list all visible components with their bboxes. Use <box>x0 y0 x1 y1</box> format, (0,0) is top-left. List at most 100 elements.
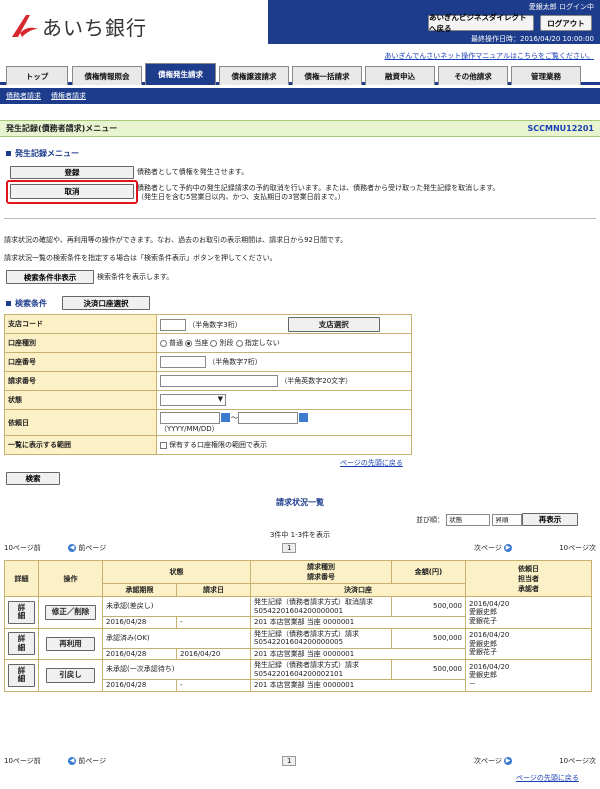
bank-name: あいち銀行 <box>42 16 147 40</box>
manual-link[interactable]: あいぎんでんさいネット操作マニュアルはこちらをご覧ください。 <box>385 51 594 61</box>
row-account: 201 本店営業部 当座 0000001 <box>250 679 466 692</box>
col-detail: 詳細 <box>4 560 39 597</box>
account-select-button[interactable]: 決済口座選択 <box>62 296 150 310</box>
pullback-button[interactable]: 引戻し <box>46 668 95 683</box>
row-deadline: 2016/04/28 <box>102 616 177 629</box>
user-name: 愛銀太郎 ログイン中 <box>528 3 594 11</box>
page-title-bar: 発生記録(債務者請求)メニュー SCCMNU12201 <box>0 120 600 137</box>
subnav-debtor-request[interactable]: 債務者請求 <box>6 91 41 101</box>
request-number-hint: （半角英数字20文字） <box>280 377 353 385</box>
row-type: 発生記録（債務者請求方式）請求 S0542201604200000005 <box>250 627 392 649</box>
radio-special[interactable] <box>210 339 218 347</box>
tab-top[interactable]: トップ <box>6 66 68 85</box>
page-number[interactable]: 1 <box>282 543 297 553</box>
status-select[interactable]: ▼ <box>160 394 226 406</box>
direct-return-button[interactable]: あいぎんビジネスダイレクトへ戻る <box>428 13 534 33</box>
cancel-note: （発生日を含む5営業日以内、かつ、支払期日の3営業日前まで。） <box>137 193 345 201</box>
row-amount: 500,000 <box>391 627 466 649</box>
chevron-down-icon: ▼ <box>217 395 223 403</box>
next-page-link[interactable]: 次ページ ▶ <box>474 756 513 766</box>
next10-link[interactable]: 10ページ次 <box>559 543 596 553</box>
row-status: 未承認(一次承認待ち) <box>102 659 251 680</box>
table-row: 詳細 修正／削除 未承認(差戻し) 発生記録（債務者請求方式）取消請求 S0542… <box>4 596 592 629</box>
reuse-button[interactable]: 再利用 <box>46 636 95 651</box>
next10-link[interactable]: 10ページ次 <box>559 756 596 766</box>
table-row: 詳細 引戻し 未承認(一次承認待ち) 発生記録（債務者請求方式）請求 S05422… <box>4 659 592 692</box>
col-request-date: 請求日 <box>176 583 251 597</box>
tab-bond-issue[interactable]: 債権発生請求 <box>145 63 216 85</box>
tab-loan-application[interactable]: 融資申込 <box>365 66 435 85</box>
last-operation-time: 最終操作日時：2016/04/20 10:00:00 <box>470 35 594 43</box>
tab-other-requests[interactable]: その他請求 <box>438 66 508 85</box>
edit-delete-button[interactable]: 修正／削除 <box>44 605 97 620</box>
order-select[interactable]: 昇順 <box>492 514 523 526</box>
range-checkbox[interactable] <box>160 441 167 449</box>
screen-code: SCCMNU12201 <box>527 124 595 133</box>
bullet-icon <box>6 151 11 156</box>
row-amount: 500,000 <box>391 596 466 617</box>
detail-button[interactable]: 詳細 <box>8 663 35 687</box>
cancel-button[interactable]: 取消 <box>10 184 134 199</box>
row-amount: 500,000 <box>391 659 466 680</box>
branch-select-button[interactable]: 支店選択 <box>287 316 380 332</box>
radio-unspecified[interactable] <box>235 339 243 347</box>
sort-controls: 並び順： 状態 昇順 <box>416 514 523 526</box>
prev10-link[interactable]: 10ページ前 <box>4 543 41 553</box>
calendar-icon[interactable] <box>221 413 230 422</box>
display-range-label: 一覧に表示する範囲 <box>4 435 157 455</box>
calendar-icon[interactable] <box>299 413 308 422</box>
radio-current[interactable] <box>185 339 193 347</box>
user-panel: 愛銀太郎 ログイン中 あいぎんビジネスダイレクトへ戻る ログアウト 最終操作日時… <box>268 0 600 44</box>
info-text-1: 請求状況の確認や、再利用等の操作ができます。なお、過去のお取引の表示期間は、請求… <box>4 236 348 244</box>
search-heading: 検索条件 <box>6 298 47 309</box>
search-button[interactable]: 検索 <box>6 472 60 485</box>
row-account: 201 本店営業部 当座 0000001 <box>250 647 466 660</box>
row-status: 未承認(差戻し) <box>102 596 251 617</box>
menu-heading: 発生記録メニュー <box>6 148 79 159</box>
prev-page-link[interactable]: ◀ 前ページ <box>68 543 106 553</box>
col-request-type: 請求種別 請求番号 <box>250 560 392 584</box>
arrow-right-icon: ▶ <box>504 544 513 552</box>
cancel-description: 債務者として予約中の発生記録請求の予約取消を行います。または、債務者から受け取っ… <box>137 184 500 192</box>
next-page-link[interactable]: 次ページ ▶ <box>474 543 513 553</box>
date-to-input[interactable] <box>238 411 298 424</box>
request-number-input[interactable] <box>160 375 278 387</box>
sort-label: 並び順： <box>416 516 444 524</box>
date-hint: （YYYY/MM/DD） <box>160 424 219 433</box>
main-nav: トップ 債権情報照会 債権発生請求 債権譲渡請求 債権一括請求 融資申込 その他… <box>0 63 600 85</box>
toggle-search-button[interactable]: 検索条件非表示 <box>6 270 94 284</box>
search-condition-table: 支店コード （半角数字3桁） 支店選択 口座種別 普通 当座 別段 指定しない 口… <box>4 314 412 455</box>
subnav-creditor-request[interactable]: 債権者請求 <box>51 91 86 101</box>
radio-ordinary[interactable] <box>160 339 167 347</box>
page-top-link[interactable]: ページの先頭に戻る <box>516 773 579 783</box>
account-number-label: 口座番号 <box>4 352 157 372</box>
account-type-label: 口座種別 <box>4 333 157 353</box>
row-deadline: 2016/04/28 <box>102 679 177 692</box>
prev-page-link[interactable]: ◀ 前ページ <box>68 756 106 766</box>
tab-admin[interactable]: 管理業務 <box>511 66 581 85</box>
page-number[interactable]: 1 <box>282 756 297 766</box>
detail-button[interactable]: 詳細 <box>8 600 35 624</box>
detail-button[interactable]: 詳細 <box>8 632 35 656</box>
tab-bond-inquiry[interactable]: 債権情報照会 <box>72 66 142 85</box>
redisplay-button[interactable]: 再表示 <box>522 513 578 526</box>
page-top-link[interactable]: ページの先頭に戻る <box>340 458 403 468</box>
row-request-date: 2016/04/20 <box>176 647 251 660</box>
range-option-label: 保有する口座権限の範囲で表示 <box>169 441 267 449</box>
date-from-input[interactable] <box>160 411 220 424</box>
result-count: 3件中 1-3件を表示 <box>269 531 331 539</box>
bullet-icon <box>6 301 11 306</box>
arrow-right-icon: ▶ <box>504 757 513 765</box>
tab-bond-transfer[interactable]: 債権譲渡請求 <box>219 66 289 85</box>
col-request-day: 依頼日 担当者 承認者 <box>465 560 592 597</box>
row-request-date: - <box>176 679 251 692</box>
register-button[interactable]: 登録 <box>10 166 134 179</box>
sort-select[interactable]: 状態 <box>446 514 491 526</box>
results-table: 詳細 操作 状態 請求種別 請求番号 金額(円) 依頼日 担当者 承認者 承認期限 請… <box>4 560 592 692</box>
logout-button[interactable]: ログアウト <box>540 15 592 31</box>
branch-code-input[interactable] <box>160 318 186 331</box>
row-account: 201 本店営業部 当座 0000001 <box>250 616 466 629</box>
account-number-input[interactable] <box>160 356 206 368</box>
tab-bulk-request[interactable]: 債権一括請求 <box>292 66 362 85</box>
prev10-link[interactable]: 10ページ前 <box>4 756 41 766</box>
